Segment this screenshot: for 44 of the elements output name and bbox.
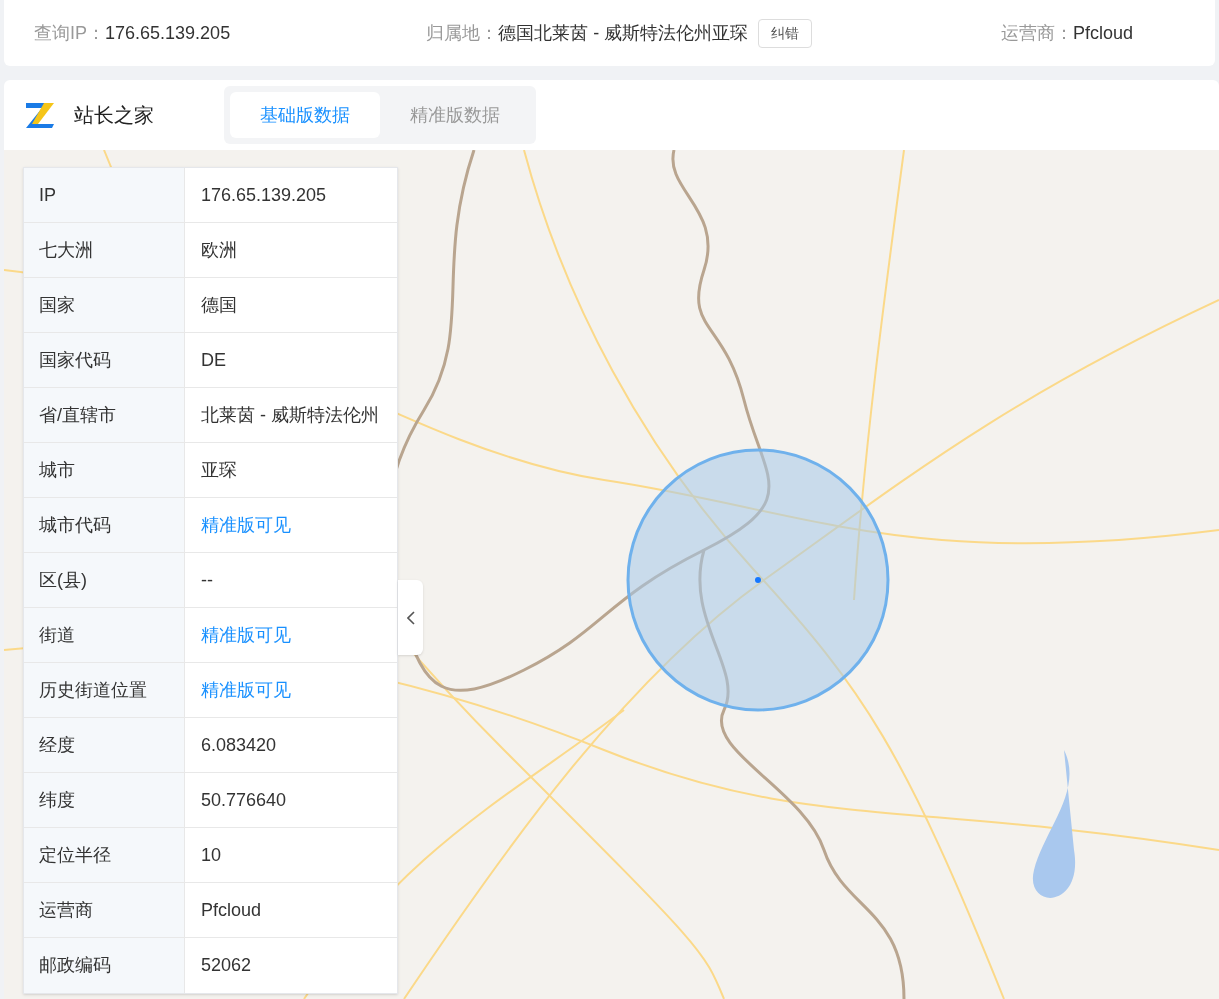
brand-name: 站长之家 xyxy=(74,103,154,128)
label-cell: 经度 xyxy=(24,718,185,772)
location-dot xyxy=(755,577,761,583)
label-cell: IP xyxy=(24,168,185,222)
label-cell: 省/直辖市 xyxy=(24,388,185,442)
data-tab[interactable]: 精准版数据 xyxy=(380,92,530,138)
ip-value: 176.65.139.205 xyxy=(105,21,231,45)
value-cell-text: Pfcloud xyxy=(200,898,263,922)
label-cell: 定位半径 xyxy=(24,828,185,882)
upgrade-link[interactable]: 精准版可见 xyxy=(201,511,291,539)
label-cell: 城市 xyxy=(24,443,185,497)
label-cell: 城市代码 xyxy=(24,498,185,552)
label-cell: 邮政编码 xyxy=(24,938,185,993)
data-tab[interactable]: 基础版数据 xyxy=(230,92,380,138)
value-cell-text: 欧洲 xyxy=(200,238,238,262)
upgrade-link[interactable]: 精准版可见 xyxy=(201,621,291,649)
ip-label: 查询IP： xyxy=(34,21,105,45)
value-cell-text: 德国 xyxy=(200,293,238,317)
correct-button[interactable]: 纠错 xyxy=(758,18,813,48)
isp-label: 运营商： xyxy=(1000,21,1073,45)
value-cell-text: 北莱茵 - 威斯特法伦州 xyxy=(200,403,380,427)
logo-icon xyxy=(24,100,56,130)
upgrade-link[interactable]: 精准版可见 xyxy=(201,676,291,704)
value-cell-text: 50.776640 xyxy=(200,788,288,812)
value-cell-text: DE xyxy=(200,348,227,372)
value-cell-text: 亚琛 xyxy=(200,458,238,482)
label-cell: 纬度 xyxy=(24,773,185,827)
collapse-button[interactable] xyxy=(398,580,423,655)
label-cell: 历史街道位置 xyxy=(24,663,185,717)
value-cell-text: -- xyxy=(200,568,214,592)
chevron-left-icon xyxy=(406,610,415,625)
label-cell: 街道 xyxy=(24,608,185,662)
value-cell-text: 6.083420 xyxy=(200,733,278,757)
value-cell-text: 52062 xyxy=(200,954,253,977)
location-value: 德国北莱茵 - 威斯特法伦州亚琛 xyxy=(498,21,749,45)
label-cell: 国家 xyxy=(24,278,185,332)
location-label: 归属地： xyxy=(426,21,499,45)
value-cell-text: 176.65.139.205 xyxy=(200,183,328,207)
label-cell: 运营商 xyxy=(24,883,185,937)
label-cell: 国家代码 xyxy=(24,333,185,387)
value-cell-text: 10 xyxy=(200,843,223,867)
isp-value: Pfcloud xyxy=(1072,21,1133,45)
label-cell: 区(县) xyxy=(24,553,185,607)
label-cell: 七大洲 xyxy=(24,223,185,277)
